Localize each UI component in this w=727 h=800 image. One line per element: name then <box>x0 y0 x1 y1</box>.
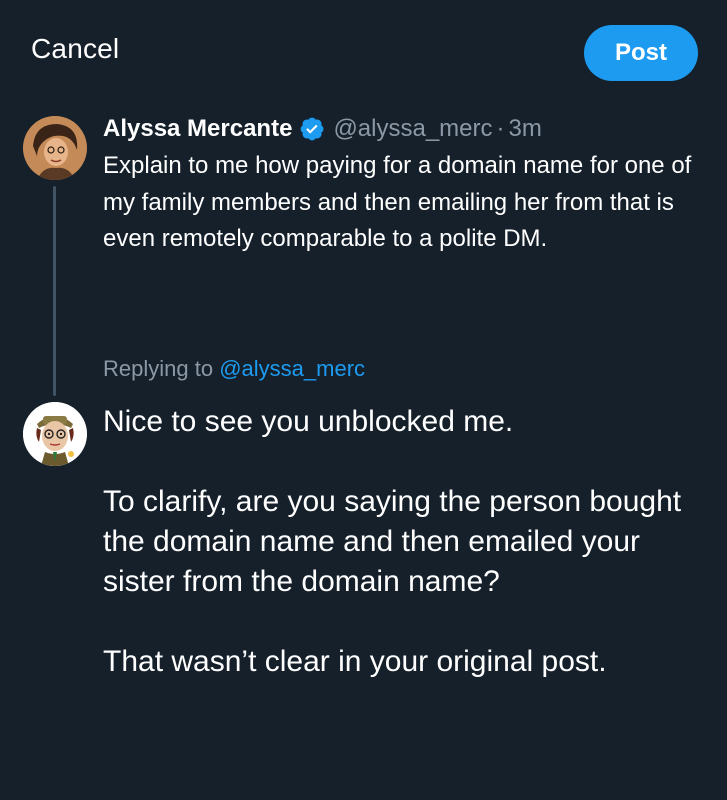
reply-compose-text[interactable]: Nice to see you unblocked me. To clarify… <box>103 402 713 682</box>
replying-to-label: Replying to <box>103 356 214 381</box>
post-button[interactable]: Post <box>584 25 698 81</box>
cancel-button[interactable]: Cancel <box>31 33 119 65</box>
replying-to-line: Replying to @alyssa_merc <box>103 356 365 382</box>
cartoon-avatar-icon <box>23 402 87 466</box>
original-post-text: Explain to me how paying for a domain na… <box>103 152 692 252</box>
post-timestamp[interactable]: 3m <box>509 115 542 143</box>
original-author-handle[interactable]: @alyssa_merc <box>333 115 492 143</box>
original-post-header: Alyssa Mercante @alyssa_merc · 3m <box>103 112 542 146</box>
original-author-avatar[interactable] <box>23 116 87 180</box>
compose-header: Cancel Post <box>0 0 727 104</box>
avatar-photo-icon <box>23 116 87 180</box>
verified-badge-icon <box>301 117 324 141</box>
thread-connector-line <box>53 186 56 396</box>
meta-separator: · <box>496 115 505 142</box>
original-author-name[interactable]: Alyssa Mercante <box>103 115 292 143</box>
replying-to-mention[interactable]: @alyssa_merc <box>219 356 365 381</box>
reply-author-avatar[interactable] <box>23 402 87 466</box>
